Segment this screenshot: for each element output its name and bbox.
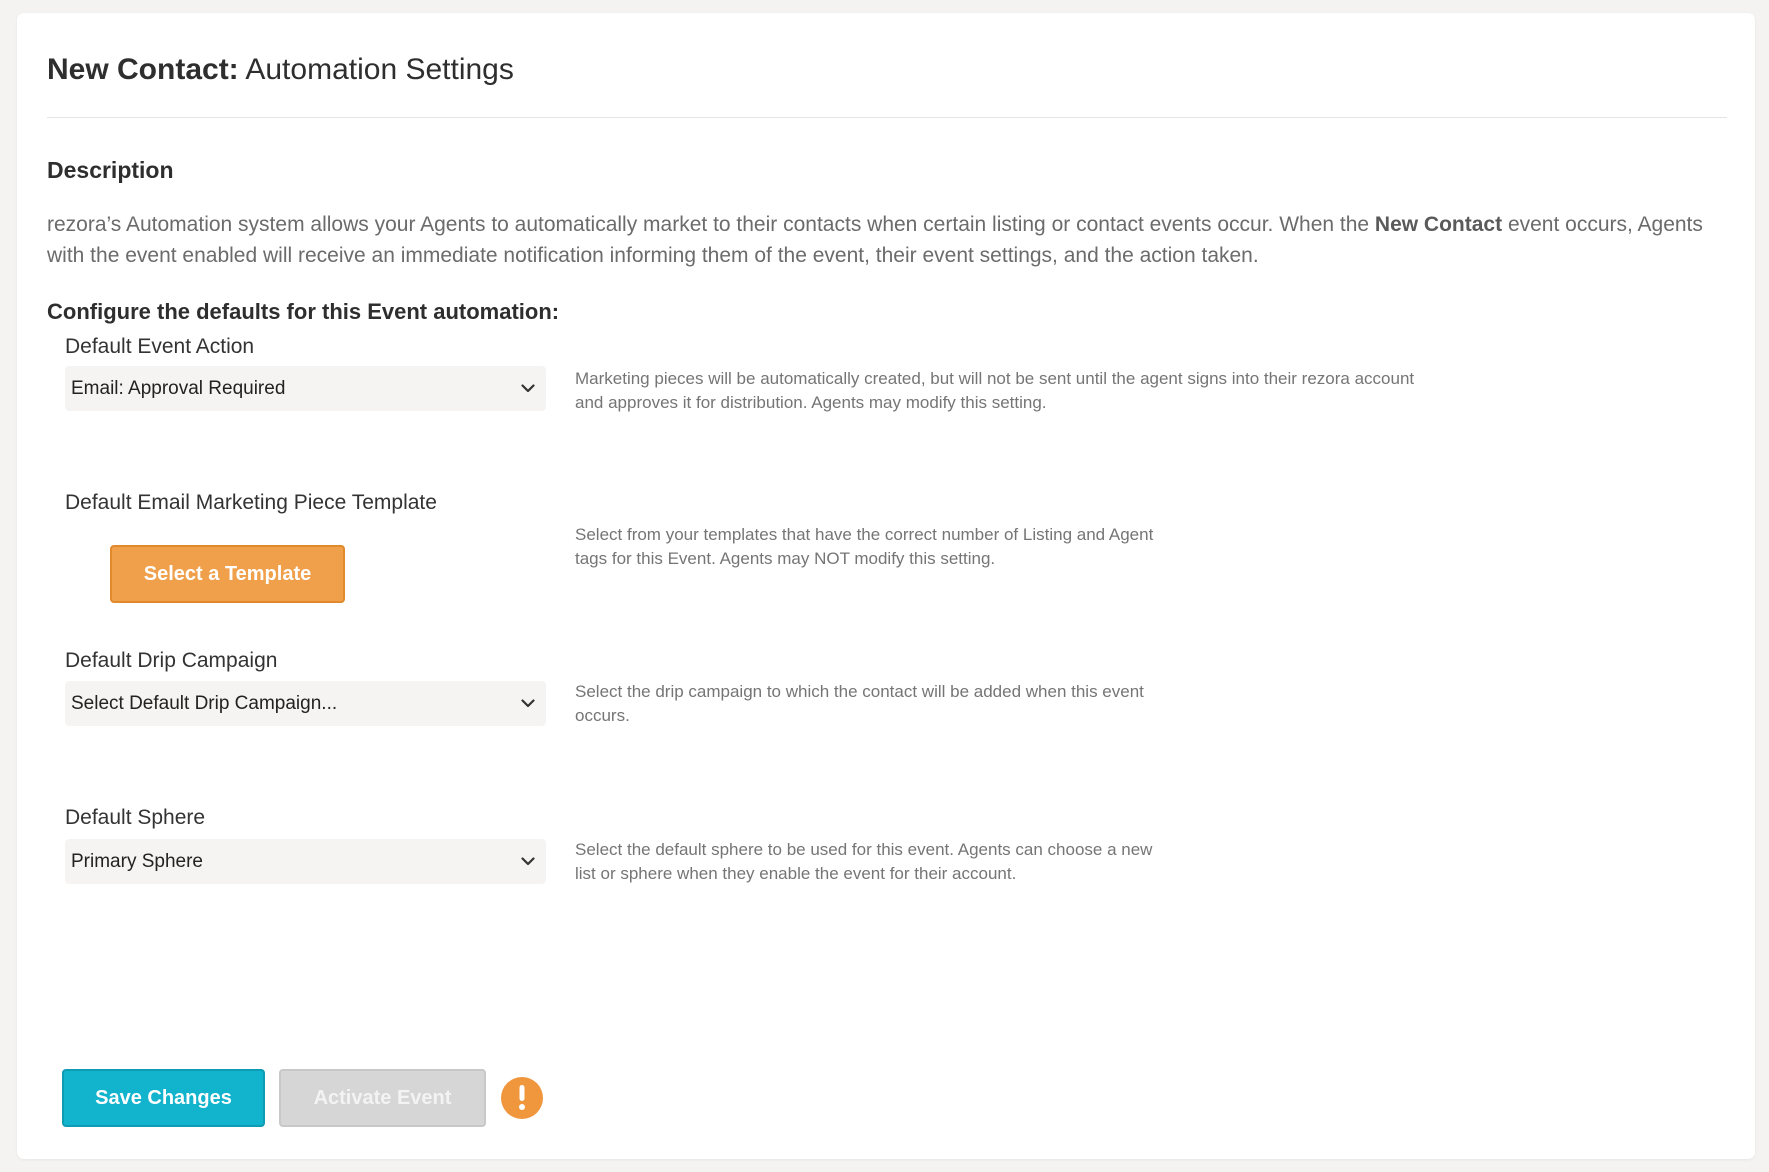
chevron-down-icon	[518, 839, 538, 884]
description-text-part1: rezora’s Automation system allows your A…	[47, 213, 1375, 236]
template-label: Default Email Marketing Piece Template	[65, 491, 437, 514]
description-heading: Description	[47, 157, 174, 183]
template-help: Select from your templates that have the…	[575, 525, 1154, 568]
exclamation-icon[interactable]	[501, 1077, 543, 1119]
chevron-down-icon	[518, 681, 538, 726]
page-title-bold: New Contact:	[47, 53, 239, 86]
save-changes-button[interactable]: Save Changes	[62, 1069, 265, 1127]
sphere-select[interactable]: Primary Sphere	[65, 839, 546, 884]
event-action-label: Default Event Action	[65, 335, 255, 358]
select-template-button[interactable]: Select a Template	[110, 545, 345, 603]
page-title: New Contact: Automation Settings	[47, 53, 514, 87]
sphere-selected-value: Primary Sphere	[71, 851, 203, 872]
drip-campaign-label: Default Drip Campaign	[65, 649, 278, 672]
automation-settings-card: New Contact: Automation Settings Descrip…	[17, 13, 1755, 1159]
event-action-help: Marketing pieces will be automatically c…	[575, 369, 1415, 412]
description-event-name: New Contact	[1374, 213, 1503, 236]
drip-campaign-help: Select the drip campaign to which the co…	[575, 682, 1144, 725]
event-action-select[interactable]: Email: Approval Required	[65, 366, 546, 411]
drip-campaign-select[interactable]: Select Default Drip Campaign...	[65, 681, 546, 726]
page-title-rest: Automation Settings	[238, 53, 514, 86]
sphere-label: Default Sphere	[65, 806, 206, 829]
configure-heading: Configure the defaults for this Event au…	[47, 299, 560, 324]
sphere-help: Select the default sphere to be used for…	[575, 840, 1153, 883]
title-divider	[47, 117, 1727, 118]
activate-event-button: Activate Event	[279, 1069, 486, 1127]
chevron-down-icon	[518, 366, 538, 411]
drip-campaign-selected-value: Select Default Drip Campaign...	[71, 693, 338, 714]
event-action-selected-value: Email: Approval Required	[71, 378, 286, 399]
description-text: rezora’s Automation system allows your A…	[47, 209, 1737, 271]
